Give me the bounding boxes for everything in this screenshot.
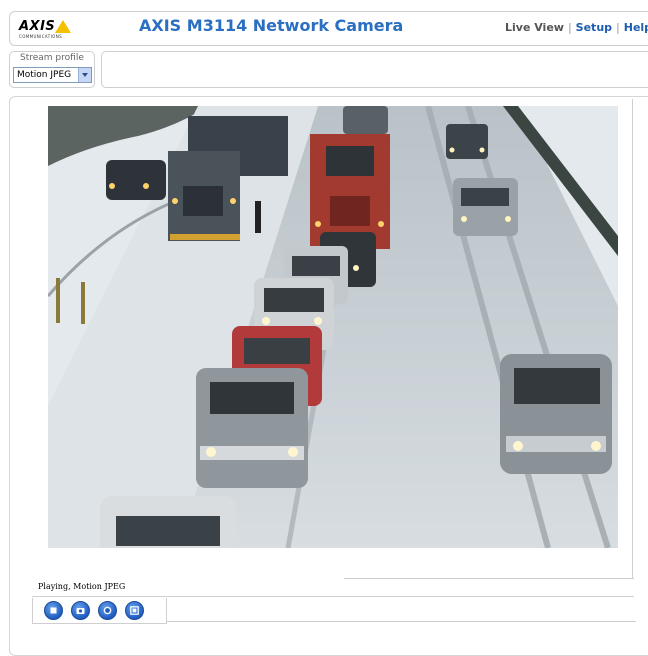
divider xyxy=(632,99,633,579)
divider xyxy=(344,578,634,579)
logo-triangle-icon xyxy=(55,20,71,33)
fullscreen-icon xyxy=(130,606,139,615)
record-icon xyxy=(103,606,112,615)
chevron-down-icon[interactable] xyxy=(78,68,91,82)
nav-separator: | xyxy=(567,21,572,34)
page-title: AXIS M3114 Network Camera xyxy=(139,16,404,35)
nav-separator: | xyxy=(616,21,620,34)
divider xyxy=(32,596,634,597)
live-video-stream[interactable] xyxy=(48,106,618,548)
nav-setup[interactable]: Setup xyxy=(576,21,612,34)
stop-icon xyxy=(50,607,57,614)
record-button[interactable] xyxy=(98,601,117,620)
logo-text: AXIS xyxy=(19,19,56,34)
fullscreen-button[interactable] xyxy=(125,601,144,620)
stream-profile-label: Stream profile xyxy=(20,53,84,63)
stream-profile-select[interactable]: Motion JPEG xyxy=(13,67,92,83)
nav-help[interactable]: Help xyxy=(624,21,648,34)
logo-subtext: COMMUNICATIONS xyxy=(19,34,63,39)
stream-profile-value: Motion JPEG xyxy=(17,70,72,80)
header-bar: AXIS COMMUNICATIONS AXIS M3114 Network C… xyxy=(9,11,648,46)
axis-logo[interactable]: AXIS COMMUNICATIONS xyxy=(19,19,79,41)
snapshot-icon xyxy=(76,608,85,614)
stream-profile-panel: Stream profile Motion JPEG xyxy=(9,51,95,88)
divider xyxy=(166,621,636,622)
playback-status: Playing, Motion JPEG xyxy=(38,582,126,591)
nav-live-view[interactable]: Live View xyxy=(505,21,564,34)
stop-button[interactable] xyxy=(44,601,63,620)
snapshot-button[interactable] xyxy=(71,601,90,620)
top-nav: Live View|Setup|Help xyxy=(505,21,648,34)
video-toolbar xyxy=(101,51,648,88)
